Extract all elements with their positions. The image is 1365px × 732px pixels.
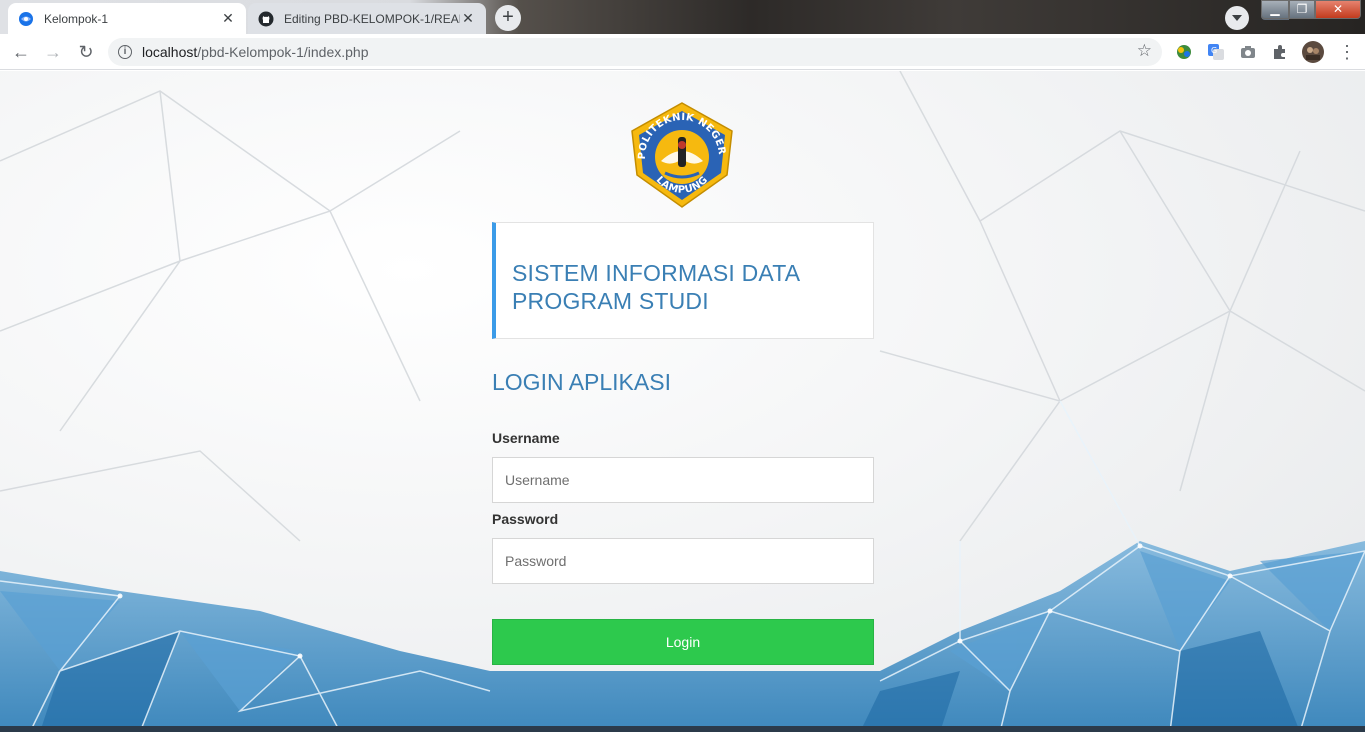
- maximize-icon: ❐: [1289, 0, 1315, 19]
- extensions-puzzle-icon[interactable]: [1271, 43, 1289, 61]
- close-icon: ✕: [1315, 0, 1361, 19]
- close-icon[interactable]: ✕: [220, 10, 236, 27]
- login-button[interactable]: Login: [492, 619, 874, 665]
- tab-kelompok-1[interactable]: Kelompok-1 ✕: [8, 3, 246, 34]
- browser-tabstrip: Kelompok-1 ✕ Editing PBD-KELOMPOK-1/READ…: [0, 0, 1365, 34]
- minimize-button[interactable]: ▁: [1261, 0, 1289, 20]
- globe-icon: [19, 11, 33, 26]
- extension-globe-icon[interactable]: [1175, 43, 1193, 61]
- tab-title: Editing PBD-KELOMPOK-1/READ: [284, 11, 460, 26]
- maximize-button[interactable]: ❐: [1289, 0, 1315, 20]
- github-icon: [258, 11, 274, 26]
- info-icon[interactable]: i: [118, 45, 132, 59]
- system-title: SISTEM INFORMASI DATA PROGRAM STUDI: [512, 260, 800, 314]
- tab-search-button[interactable]: [1225, 6, 1249, 30]
- svg-text:G: G: [1211, 46, 1217, 55]
- login-heading: LOGIN APLIKASI: [492, 369, 671, 395]
- password-input[interactable]: [492, 538, 874, 584]
- avatar[interactable]: [1302, 41, 1324, 63]
- close-icon[interactable]: ✕: [460, 10, 476, 27]
- new-tab-button[interactable]: +: [495, 5, 521, 31]
- url-host: localhost: [142, 44, 198, 60]
- system-title-card: SISTEM INFORMASI DATA PROGRAM STUDI: [492, 222, 874, 339]
- google-translate-icon[interactable]: G: [1207, 43, 1225, 61]
- username-input[interactable]: [492, 457, 874, 503]
- minimize-icon: ▁: [1261, 0, 1289, 19]
- login-page: POLITEKNIK NEGERI LAMPUNG SISTEM INFORMA…: [0, 71, 1365, 732]
- address-bar[interactable]: i localhost/pbd-Kelompok-1/index.php ☆: [108, 38, 1162, 66]
- browser-toolbar: ← → ↻ i localhost/pbd-Kelompok-1/index.p…: [0, 34, 1365, 70]
- forward-arrow-icon[interactable]: →: [41, 40, 65, 64]
- menu-kebab-icon[interactable]: ⋮: [1338, 42, 1356, 62]
- window-close-button[interactable]: ✕: [1315, 0, 1361, 20]
- url-path: /pbd-Kelompok-1/index.php: [197, 44, 369, 60]
- reload-icon[interactable]: ↻: [74, 40, 98, 64]
- camera-icon[interactable]: [1239, 43, 1257, 61]
- username-label: Username: [492, 430, 560, 446]
- bookmark-star-icon[interactable]: ☆: [1137, 41, 1152, 61]
- taskbar-edge: [0, 726, 1365, 732]
- polinela-logo: POLITEKNIK NEGERI LAMPUNG: [627, 101, 733, 208]
- tab-title: Kelompok-1: [44, 11, 109, 26]
- password-label: Password: [492, 511, 559, 527]
- back-arrow-icon[interactable]: ←: [9, 40, 33, 64]
- tab-editing-readme[interactable]: Editing PBD-KELOMPOK-1/READ ✕: [248, 3, 486, 34]
